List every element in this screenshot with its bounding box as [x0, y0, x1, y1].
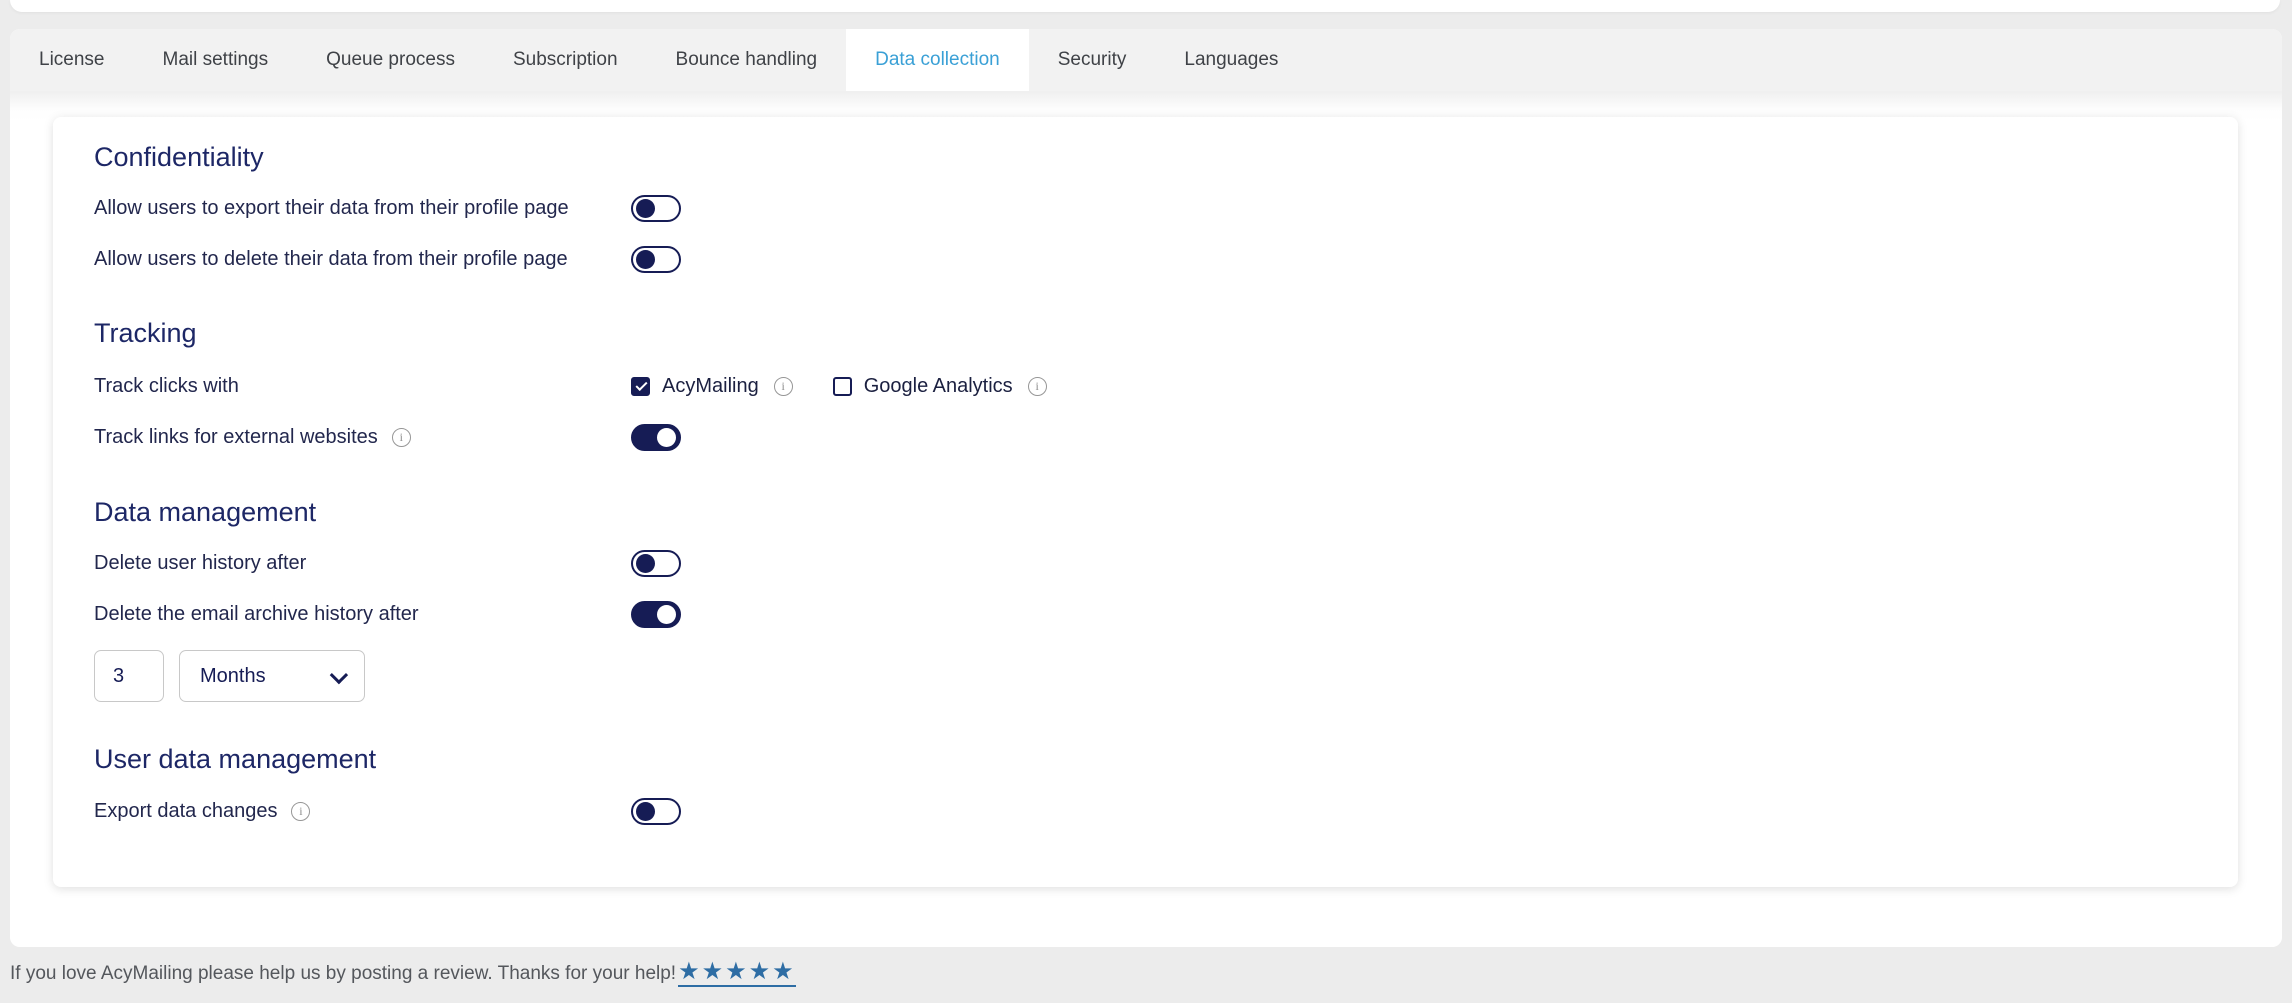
- toggle-knob: [636, 554, 655, 573]
- delete-archive-history-label: Delete the email archive history after: [94, 603, 419, 626]
- track-links-toggle[interactable]: [631, 424, 681, 451]
- archive-duration-row: Months: [94, 650, 2198, 702]
- tab-mail-settings[interactable]: Mail settings: [134, 29, 298, 91]
- track-links-label: Track links for external websites: [94, 426, 378, 449]
- section-title-confidentiality: Confidentiality: [94, 141, 2198, 173]
- row-label: Delete the email archive history after: [94, 603, 631, 626]
- tab-bounce-handling[interactable]: Bounce handling: [647, 29, 847, 91]
- row-label: Track clicks with: [94, 375, 631, 398]
- allow-export-label: Allow users to export their data from th…: [94, 197, 569, 220]
- delete-user-history-toggle[interactable]: [631, 550, 681, 577]
- row-export-data-changes: Export data changes i: [94, 786, 2198, 836]
- export-data-changes-toggle[interactable]: [631, 798, 681, 825]
- section-title-tracking: Tracking: [94, 317, 2198, 349]
- five-stars-review-link[interactable]: ★★★★★: [678, 960, 796, 987]
- toggle-knob: [636, 250, 655, 269]
- export-data-changes-label: Export data changes: [94, 800, 277, 823]
- duration-value-input[interactable]: [94, 650, 164, 702]
- duration-unit-select[interactable]: Months: [179, 650, 365, 702]
- tab-data-collection[interactable]: Data collection: [846, 29, 1029, 91]
- track-clicks-label: Track clicks with: [94, 375, 239, 398]
- allow-delete-toggle[interactable]: [631, 246, 681, 273]
- tab-license[interactable]: License: [10, 29, 134, 91]
- row-label: Allow users to export their data from th…: [94, 197, 631, 220]
- allow-export-toggle[interactable]: [631, 195, 681, 222]
- settings-panel: License Mail settings Queue process Subs…: [10, 29, 2282, 947]
- delete-archive-history-toggle[interactable]: [631, 601, 681, 628]
- row-delete-user-history: Delete user history after: [94, 538, 2198, 588]
- row-track-clicks: Track clicks with AcyMailing i Google An…: [94, 361, 2198, 411]
- toggle-knob: [636, 802, 655, 821]
- panel-body: Confidentiality Allow users to export th…: [10, 91, 2282, 947]
- delete-user-history-label: Delete user history after: [94, 552, 306, 575]
- review-message: If you love AcyMailing please help us by…: [10, 963, 676, 985]
- info-icon[interactable]: i: [1028, 377, 1047, 396]
- toggle-knob: [636, 199, 655, 218]
- info-icon[interactable]: i: [291, 802, 310, 821]
- allow-delete-label: Allow users to delete their data from th…: [94, 248, 568, 271]
- row-track-links: Track links for external websites i: [94, 412, 2198, 462]
- acymailing-option-label: AcyMailing: [662, 375, 759, 398]
- acymailing-checkbox[interactable]: [631, 377, 650, 396]
- row-allow-delete: Allow users to delete their data from th…: [94, 234, 2198, 284]
- top-toolbar-remnant: [10, 0, 2280, 12]
- duration-unit-value: Months: [200, 665, 266, 688]
- toggle-knob: [657, 428, 676, 447]
- row-label: Delete user history after: [94, 552, 631, 575]
- tab-security[interactable]: Security: [1029, 29, 1156, 91]
- row-delete-archive-history: Delete the email archive history after: [94, 589, 2198, 639]
- tab-queue-process[interactable]: Queue process: [297, 29, 484, 91]
- row-label: Export data changes i: [94, 800, 631, 823]
- settings-card: Confidentiality Allow users to export th…: [53, 117, 2238, 887]
- settings-page: License Mail settings Queue process Subs…: [0, 0, 2292, 1003]
- info-icon[interactable]: i: [774, 377, 793, 396]
- row-label: Track links for external websites i: [94, 426, 631, 449]
- section-title-data-management: Data management: [94, 496, 2198, 528]
- google-analytics-option-label: Google Analytics: [864, 375, 1013, 398]
- acymailing-option: AcyMailing i: [631, 375, 793, 398]
- info-icon[interactable]: i: [392, 428, 411, 447]
- row-allow-export: Allow users to export their data from th…: [94, 183, 2198, 233]
- chevron-down-icon: [330, 666, 348, 684]
- settings-tabbar: License Mail settings Queue process Subs…: [10, 29, 2282, 91]
- section-title-user-data-management: User data management: [94, 743, 2198, 775]
- google-analytics-option: Google Analytics i: [833, 375, 1047, 398]
- tab-languages[interactable]: Languages: [1155, 29, 1307, 91]
- review-footer: If you love AcyMailing please help us by…: [10, 960, 796, 987]
- google-analytics-checkbox[interactable]: [833, 377, 852, 396]
- row-label: Allow users to delete their data from th…: [94, 248, 631, 271]
- tab-subscription[interactable]: Subscription: [484, 29, 647, 91]
- toggle-knob: [657, 605, 676, 624]
